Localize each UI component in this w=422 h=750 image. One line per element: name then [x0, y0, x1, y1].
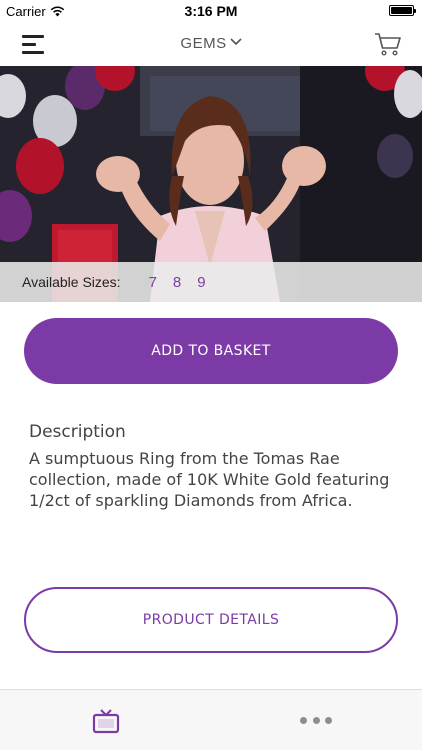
- size-option-7[interactable]: 7: [149, 274, 157, 291]
- chevron-down-icon: [230, 38, 242, 46]
- status-bar: Carrier 3:16 PM: [0, 0, 422, 22]
- product-video[interactable]: Available Sizes: 7 8 9: [0, 66, 422, 302]
- add-to-basket-label: ADD TO BASKET: [151, 343, 271, 359]
- product-details-label: PRODUCT DETAILS: [142, 612, 280, 628]
- size-option-8[interactable]: 8: [173, 274, 181, 291]
- more-dots-icon[interactable]: [300, 717, 332, 725]
- nav-bar: GEMS: [0, 22, 422, 66]
- status-time: 3:16 PM: [184, 3, 238, 19]
- shopping-cart-icon[interactable]: [374, 31, 402, 57]
- category-dropdown[interactable]: GEMS: [0, 35, 422, 52]
- size-option-9[interactable]: 9: [197, 274, 205, 291]
- tv-icon[interactable]: [92, 708, 120, 734]
- tab-bar: [0, 689, 422, 750]
- add-to-basket-button[interactable]: ADD TO BASKET: [24, 318, 398, 384]
- battery-icon: [389, 5, 416, 16]
- product-details-button[interactable]: PRODUCT DETAILS: [24, 587, 398, 653]
- description-heading: Description: [29, 422, 126, 442]
- sizes-label: Available Sizes:: [22, 274, 121, 290]
- available-sizes-bar: Available Sizes: 7 8 9: [0, 262, 422, 302]
- description-text: A sumptuous Ring from the Tomas Rae coll…: [29, 449, 390, 510]
- category-title: GEMS: [180, 35, 227, 52]
